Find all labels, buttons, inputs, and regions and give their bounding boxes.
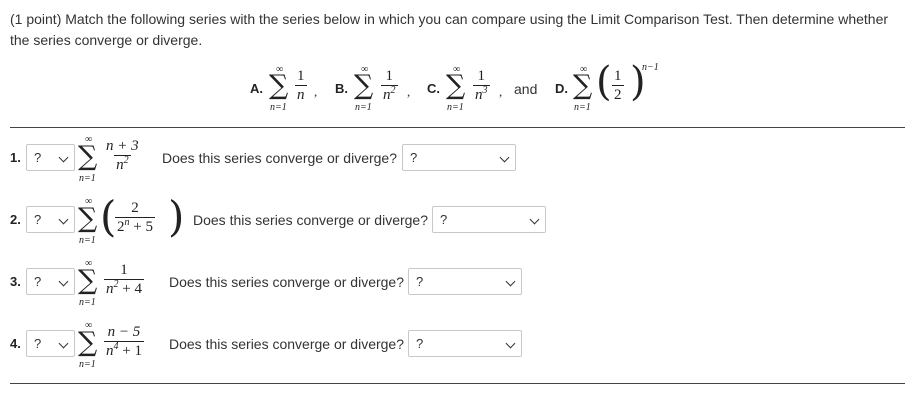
series-den-base: n <box>106 281 114 297</box>
sigma-icon: ∑ <box>78 203 98 234</box>
series-den-base: n <box>116 157 124 173</box>
series-numerator: 1 <box>120 262 128 278</box>
sigma-icon: ∑ <box>78 265 98 296</box>
series-numerator: n − 5 <box>107 324 141 340</box>
converge-prompt: Does this series converge or diverge? <box>162 150 398 166</box>
and-text: and <box>514 81 538 97</box>
chevron-down-icon <box>58 338 69 349</box>
sum-lower-limit: n=1 <box>79 359 96 370</box>
problem-statement: (1 point) Match the following series wit… <box>10 11 889 48</box>
series-den-tail: + 1 <box>118 343 142 359</box>
series-den-tail: + 5 <box>129 219 153 235</box>
match-select-2[interactable]: ? <box>26 206 75 233</box>
converge-select-2[interactable]: ? <box>432 206 546 233</box>
series-term-2: 2 2n + 5 <box>115 200 155 235</box>
chevron-down-icon <box>499 152 510 163</box>
chevron-down-icon <box>58 214 69 225</box>
converge-select-4[interactable]: ? <box>408 330 522 357</box>
option-b-comma: , <box>407 84 411 99</box>
sigma-icon: ∑ <box>354 70 374 101</box>
option-a-letter: A. <box>250 81 263 96</box>
option-a-denominator: n <box>295 85 307 103</box>
converge-select-value: ? <box>410 150 418 165</box>
option-c-term: 1 n3 <box>473 68 490 103</box>
bottom-divider <box>10 383 905 384</box>
option-a-numerator: 1 <box>297 68 305 84</box>
match-select-value: ? <box>34 336 42 351</box>
match-select-4[interactable]: ? <box>26 330 75 357</box>
series-den-base: 2 <box>117 219 125 235</box>
question-number: 3. <box>10 274 21 289</box>
question-row-2: 2. ? ∞ ∑ n=1 ( 2 2n + 5 ) Does this seri… <box>0 195 907 247</box>
left-paren: ( <box>596 59 612 105</box>
option-b-term: 1 n2 <box>381 68 398 103</box>
converge-select-1[interactable]: ? <box>402 144 516 171</box>
option-a-comma: , <box>314 84 318 99</box>
option-b-den-base: n <box>383 87 391 103</box>
sum-lower-limit: n=1 <box>79 235 96 246</box>
comparison-options: A. ∞ ∑ n=1 1 n , B. ∞ ∑ n=1 1 n2 , C. ∞ … <box>0 62 907 117</box>
match-select-3[interactable]: ? <box>26 268 75 295</box>
option-c-numerator: 1 <box>477 68 486 84</box>
option-c-letter: C. <box>427 81 440 96</box>
top-divider <box>10 127 905 128</box>
option-d-letter: D. <box>555 81 568 96</box>
question-number: 4. <box>10 336 21 351</box>
option-d-denominator: 2 <box>612 85 624 103</box>
converge-prompt: Does this series converge or diverge? <box>193 212 429 228</box>
option-b-letter: B. <box>335 81 348 96</box>
match-select-value: ? <box>34 150 42 165</box>
series-den-exp: 2 <box>123 155 129 166</box>
question-number: 1. <box>10 150 21 165</box>
converge-select-value: ? <box>440 212 448 227</box>
option-c-den-base: n <box>475 87 483 103</box>
converge-select-value: ? <box>416 274 424 289</box>
question-row-4: 4. ? ∞ ∑ n=1 n − 5 n4 + 1 Does this seri… <box>0 319 907 371</box>
sum-lower-limit: n=1 <box>79 173 96 184</box>
series-term-3: 1 n2 + 4 <box>104 262 144 297</box>
right-paren: ) <box>168 192 185 241</box>
option-a-term: 1 n <box>295 68 307 103</box>
sum-lower-limit: n=1 <box>447 102 464 113</box>
series-numerator: 2 <box>131 200 139 216</box>
option-c-comma: , <box>499 84 503 99</box>
option-d-exponent: n−1 <box>642 62 659 73</box>
sum-lower-limit: n=1 <box>270 102 287 113</box>
question-row-1: 1. ? ∞ ∑ n=1 n + 3 n2 Does this series c… <box>0 133 907 185</box>
option-b-numerator: 1 <box>385 68 394 84</box>
series-den-tail: + 4 <box>118 281 142 297</box>
sigma-icon: ∑ <box>269 70 289 101</box>
sum-lower-limit: n=1 <box>79 297 96 308</box>
question-number: 2. <box>10 212 21 227</box>
chevron-down-icon <box>505 338 516 349</box>
chevron-down-icon <box>58 276 69 287</box>
series-term-1: n + 3 n2 <box>104 138 141 173</box>
match-select-1[interactable]: ? <box>26 144 75 171</box>
match-select-value: ? <box>34 274 42 289</box>
question-row-3: 3. ? ∞ ∑ n=1 1 n2 + 4 Does this series c… <box>0 257 907 309</box>
option-d-term: 1 2 <box>612 68 624 103</box>
sigma-icon: ∑ <box>446 70 466 101</box>
chevron-down-icon <box>505 276 516 287</box>
converge-prompt: Does this series converge or diverge? <box>169 336 405 352</box>
chevron-down-icon <box>529 214 540 225</box>
chevron-down-icon <box>58 152 69 163</box>
sigma-icon: ∑ <box>78 141 98 172</box>
match-select-value: ? <box>34 212 42 227</box>
sigma-icon: ∑ <box>78 327 98 358</box>
series-term-4: n − 5 n4 + 1 <box>104 324 144 359</box>
converge-prompt: Does this series converge or diverge? <box>169 274 405 290</box>
option-c-den-exp: 3 <box>482 85 488 96</box>
option-b-den-exp: 2 <box>390 85 396 96</box>
series-numerator: n + 3 <box>106 138 139 154</box>
converge-select-value: ? <box>416 336 424 351</box>
series-den-base: n <box>106 343 114 359</box>
sigma-icon: ∑ <box>573 70 593 101</box>
converge-select-3[interactable]: ? <box>408 268 522 295</box>
left-paren: ( <box>100 192 117 241</box>
sum-lower-limit: n=1 <box>355 102 372 113</box>
sum-lower-limit: n=1 <box>574 102 591 113</box>
option-d-numerator: 1 <box>614 68 622 84</box>
